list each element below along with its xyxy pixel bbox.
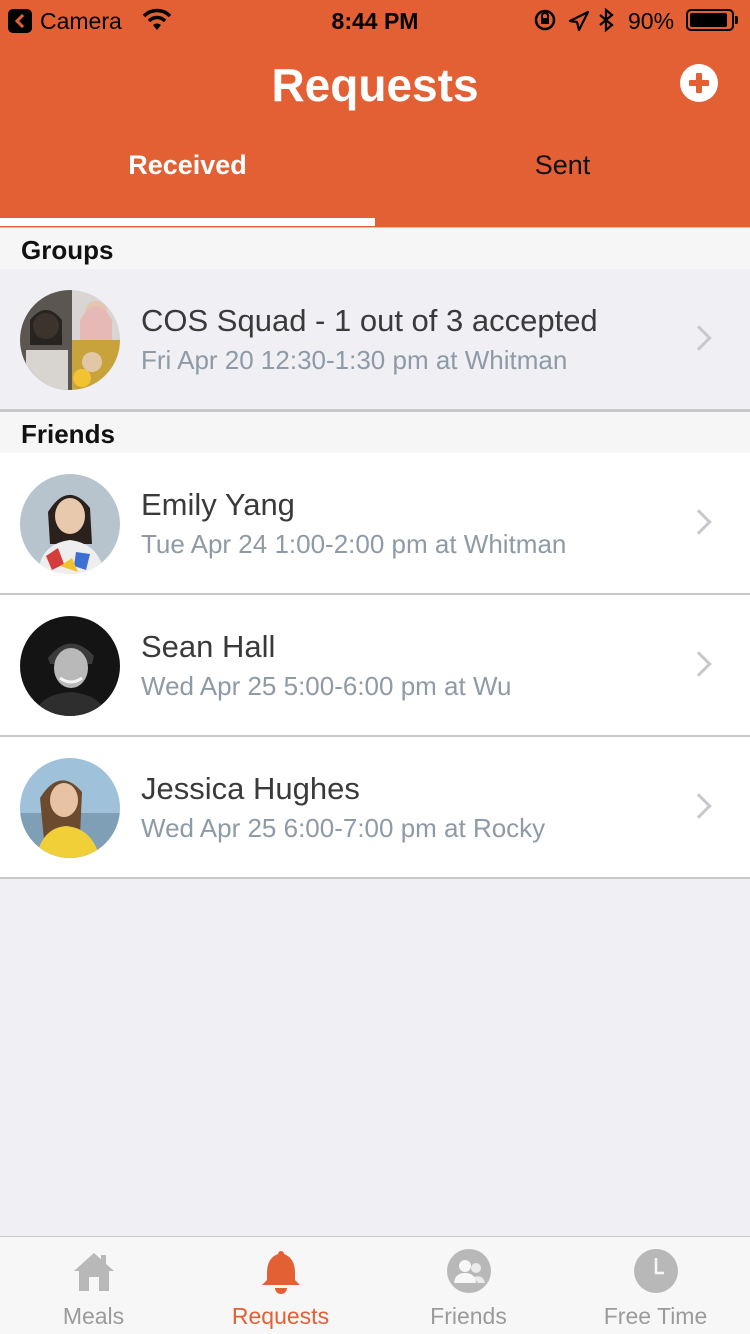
group-request-row[interactable]: COS Squad - 1 out of 3 accepted Fri Apr …: [0, 269, 750, 411]
bell-icon: [262, 1251, 300, 1294]
friend-request-row[interactable]: Jessica Hughes Wed Apr 25 6:00-7:00 pm a…: [0, 737, 750, 879]
tabbar-label-meals: Meals: [62, 1303, 125, 1329]
status-bar: Camera 8:44 PM 90%: [0, 0, 750, 40]
chevron-right-icon: [686, 509, 712, 535]
status-indicator-icons: [534, 7, 614, 33]
friend-avatar: [20, 474, 120, 574]
friend-request-details: Wed Apr 25 6:00-7:00 pm at Rocky: [141, 813, 546, 843]
active-tab-indicator: [0, 218, 375, 226]
chevron-right-icon: [686, 325, 712, 351]
page-title: Requests: [271, 59, 479, 111]
bottom-tab-bar: Meals Requests Friends Free Time: [0, 1236, 750, 1334]
friend-avatar: [20, 616, 120, 716]
tabbar-item-requests[interactable]: Requests: [187, 1237, 374, 1334]
location-arrow-icon: [568, 10, 590, 32]
friend-request-row[interactable]: Emily Yang Tue Apr 24 1:00-2:00 pm at Wh…: [0, 453, 750, 595]
bluetooth-icon: [599, 7, 614, 33]
friend-request-details: Wed Apr 25 5:00-6:00 pm at Wu: [141, 671, 512, 701]
tabbar-label-free-time: Free Time: [603, 1303, 708, 1329]
group-avatar: [20, 290, 120, 390]
battery-icon: [686, 9, 738, 31]
friend-request-row[interactable]: Sean Hall Wed Apr 25 5:00-6:00 pm at Wu: [0, 595, 750, 737]
house-icon: [74, 1253, 114, 1291]
chevron-right-icon: [686, 651, 712, 677]
group-request-title: COS Squad - 1 out of 3 accepted: [141, 303, 598, 338]
battery-percentage: 90%: [628, 8, 675, 34]
friend-avatar: [20, 758, 120, 858]
friend-name: Emily Yang: [141, 487, 295, 522]
section-header-groups: Groups: [0, 227, 750, 269]
add-request-button[interactable]: [680, 64, 718, 102]
friend-name: Jessica Hughes: [141, 771, 360, 806]
friend-request-details: Tue Apr 24 1:00-2:00 pm at Whitman: [141, 529, 567, 559]
tab-sent[interactable]: Sent: [375, 150, 750, 181]
tabbar-label-friends: Friends: [430, 1303, 507, 1329]
friend-name: Sean Hall: [141, 629, 276, 664]
friends-icon: [447, 1249, 491, 1293]
group-request-subtitle: Fri Apr 20 12:30-1:30 pm at Whitman: [141, 345, 568, 375]
rotation-lock-icon: [534, 9, 556, 31]
chevron-right-icon: [686, 793, 712, 819]
clock-icon: [634, 1249, 678, 1293]
tabbar-item-free-time[interactable]: Free Time: [562, 1237, 749, 1334]
tabbar-label-requests: Requests: [231, 1303, 330, 1329]
tabbar-item-meals[interactable]: Meals: [0, 1237, 187, 1334]
section-header-friends: Friends: [0, 411, 750, 453]
tab-received[interactable]: Received: [0, 150, 375, 181]
tabbar-item-friends[interactable]: Friends: [375, 1237, 562, 1334]
header-bar: Camera 8:44 PM 90% Requests Received Sen…: [0, 0, 750, 227]
